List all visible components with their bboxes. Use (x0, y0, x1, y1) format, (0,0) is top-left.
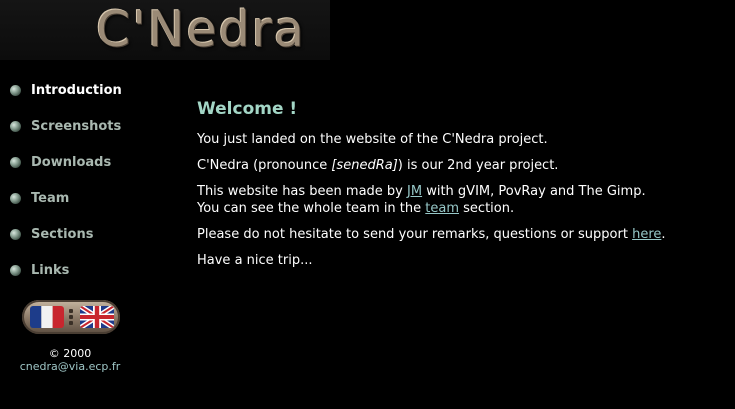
paragraph-text: This website has been made by (197, 184, 408, 199)
credits-paragraph: This website has been made by JM with gV… (197, 183, 717, 217)
header-logo-bar: C'Nedra (0, 0, 330, 60)
paragraph-text: ) is our 2nd year project. (397, 158, 559, 173)
paragraph-text: . (661, 227, 666, 242)
paragraph-text: C'Nedra (pronounce (197, 158, 332, 173)
language-selector (22, 300, 120, 334)
bullet-icon (10, 84, 21, 96)
contact-paragraph: Please do not hesitate to send your rema… (197, 226, 717, 243)
nav-item-screenshots[interactable]: Screenshots (10, 108, 180, 144)
bullet-icon (10, 228, 21, 240)
copyright-text: © 2000 (48, 347, 92, 360)
site-logo: C'Nedra (96, 1, 306, 58)
nav-item-label: Team (31, 190, 70, 206)
nav-item-label: Sections (31, 226, 94, 242)
uk-flag-icon[interactable] (80, 306, 114, 328)
nav-item-introduction[interactable]: Introduction (10, 72, 180, 108)
divider (69, 309, 73, 325)
here-link[interactable]: here (632, 227, 661, 242)
intro-paragraph: You just landed on the website of the C'… (197, 131, 717, 148)
paragraph-text: with gVIM, PovRay and The Gimp. (422, 184, 646, 199)
paragraph-text: You just landed on the website of the C'… (197, 132, 548, 147)
nav-item-label: Screenshots (31, 118, 122, 134)
nav-item-team[interactable]: Team (10, 180, 180, 216)
paragraph-text: Please do not hesitate to send your rema… (197, 227, 633, 242)
pronunciation-paragraph: C'Nedra (pronounce [senedRa]) is our 2nd… (197, 157, 717, 174)
paragraph-text: Have a nice trip... (197, 253, 313, 268)
team-link[interactable]: team (425, 201, 459, 216)
bullet-icon (10, 120, 21, 132)
nav-item-links[interactable]: Links (10, 252, 180, 288)
bullet-icon (10, 156, 21, 168)
nav-item-downloads[interactable]: Downloads (10, 144, 180, 180)
france-flag-icon[interactable] (30, 306, 64, 328)
bullet-icon (10, 192, 21, 204)
nav-item-label: Introduction (31, 82, 122, 98)
bullet-icon (10, 264, 21, 276)
sidebar-nav: Introduction Screenshots Downloads Team … (10, 72, 180, 288)
email-link[interactable]: cnedra@via.ecp.fr (0, 360, 140, 373)
page-title: Welcome ! (197, 99, 298, 119)
nav-item-label: Downloads (31, 154, 112, 170)
jm-link[interactable]: JM (407, 184, 422, 199)
pronunciation-text: [senedRa] (331, 158, 398, 173)
nav-item-label: Links (31, 262, 70, 278)
main-content: Welcome ! You just landed on the website… (197, 98, 717, 278)
nav-item-sections[interactable]: Sections (10, 216, 180, 252)
paragraph-text: You can see the whole team in the (197, 201, 426, 216)
closing-paragraph: Have a nice trip... (197, 252, 717, 269)
paragraph-text: section. (459, 201, 515, 216)
footer: © 2000 cnedra@via.ecp.fr (0, 347, 140, 373)
